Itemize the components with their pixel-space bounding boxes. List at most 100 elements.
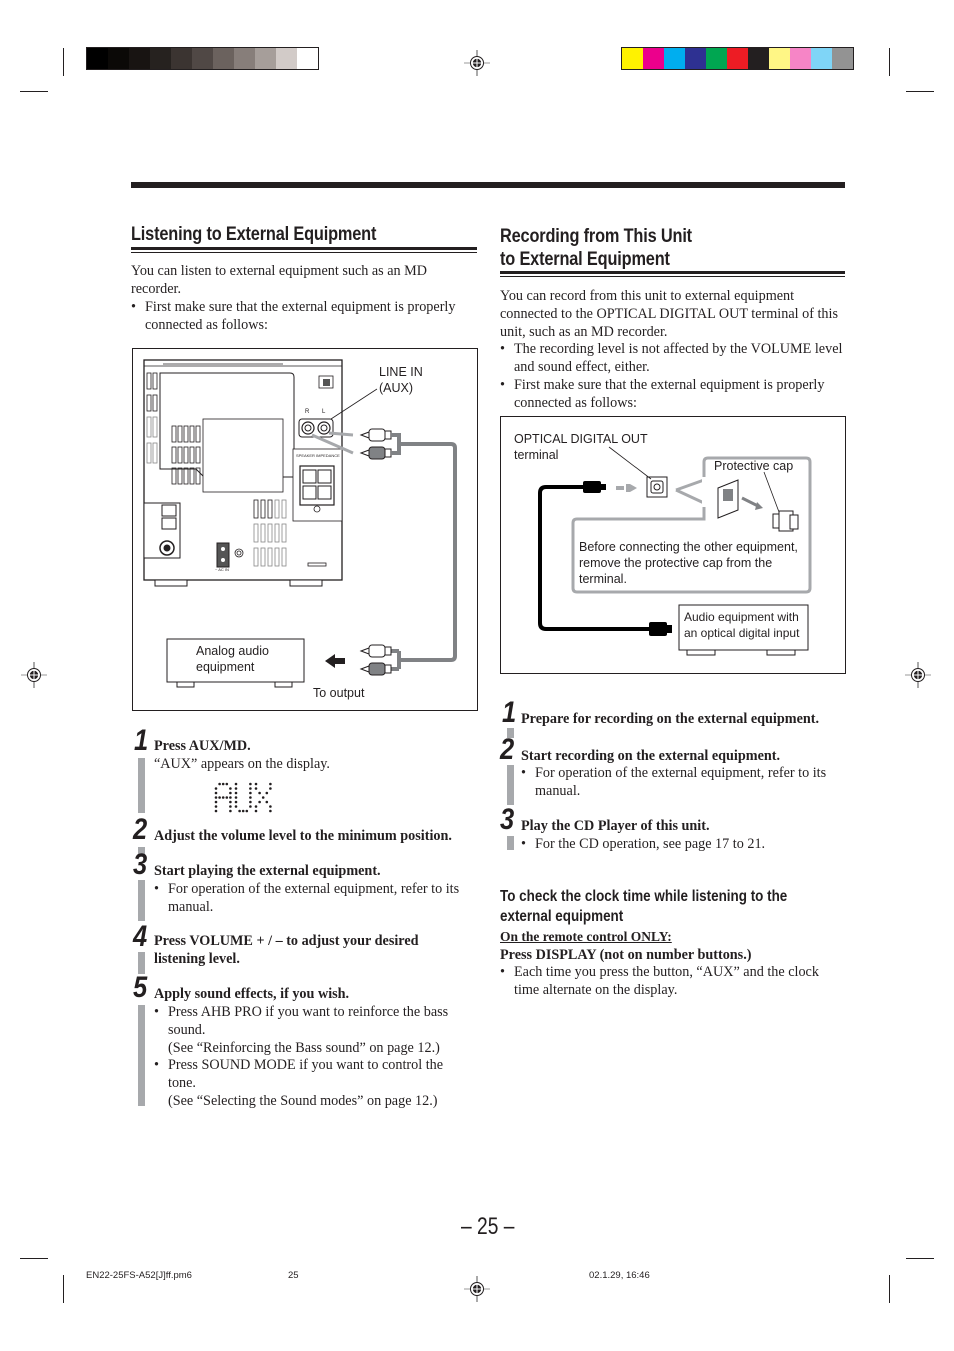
connection-diagram-optical: OPTICAL DIGITAL OUT terminal Protective c… (500, 416, 846, 674)
optical-terminal-label: OPTICAL DIGITAL OUT terminal (514, 432, 648, 462)
bullet-text: The recording level is not affected by t… (500, 340, 859, 376)
step-body: “AUX” appears on the display. (154, 756, 330, 772)
clock-bullet: Each time you press the button, “AUX” an… (500, 963, 844, 999)
remote-only-label: On the remote control ONLY: (500, 929, 672, 944)
display-dot (229, 787, 232, 790)
display-dot (214, 787, 218, 790)
calibration-swatch (664, 48, 685, 69)
calibration-swatch (748, 48, 769, 69)
step-number: 4 (133, 920, 148, 953)
display-dot (269, 809, 272, 813)
display-dot (218, 782, 221, 786)
display-dot (249, 787, 252, 790)
step-bullet: Press AHB PRO if you want to reinforce t… (154, 1003, 488, 1057)
display-dot (269, 782, 272, 786)
display-dot (229, 809, 232, 813)
unit-rear-panel-illustration (143, 359, 457, 688)
display-dot (234, 791, 238, 795)
aux-display-icon (214, 782, 272, 813)
crop-mark (889, 48, 890, 76)
to-output-label: To output (313, 686, 365, 700)
ac-in-label: ~ AC IN (215, 567, 229, 572)
display-dot (238, 809, 241, 813)
footer-file-name: EN22-25FS-A52[J]ff.pm6 (86, 1270, 192, 1281)
display-dot (234, 787, 238, 790)
display-dot (265, 800, 269, 804)
crop-mark (906, 1258, 934, 1259)
step-heading: Start playing the external equipment. (154, 863, 381, 879)
step-heading: Prepare for recording on the external eq… (521, 711, 820, 727)
protective-cap-label: Protective cap (714, 459, 794, 473)
display-dot (234, 800, 238, 804)
analog-equipment-label: Analog audio equipment (196, 644, 269, 674)
display-dot (254, 805, 258, 808)
step-number: 2 (133, 813, 148, 846)
step-bullet: For the CD operation, see page 17 to 21. (521, 835, 855, 853)
step-number: 1 (134, 724, 149, 757)
calibration-swatch (150, 48, 171, 69)
grayscale-calibration-bar (86, 47, 319, 70)
top-rule (131, 182, 845, 188)
calibration-swatch (727, 48, 748, 69)
calibration-swatch (87, 48, 108, 69)
footer-timestamp: 02.1.29, 16:46 (589, 1270, 650, 1281)
display-dot (214, 791, 218, 795)
calibration-swatch (276, 48, 297, 69)
calibration-swatch (234, 48, 255, 69)
step-bullet: For operation of the external equipment,… (154, 880, 480, 916)
display-dot (249, 782, 252, 786)
optical-equipment-label: Audio equipment with an optical digital i… (684, 610, 800, 640)
intro-text: You can listen to external equipment suc… (131, 263, 428, 297)
display-dot (249, 800, 252, 804)
step-heading: Press AUX/MD. (154, 738, 251, 754)
line-in-label: LINE IN (AUX) (379, 365, 423, 395)
step-heading: Adjust the volume level to the minimum p… (154, 828, 452, 844)
step-heading: Start recording on the external equipmen… (521, 748, 781, 764)
calibration-swatch (643, 48, 664, 69)
display-dot (214, 796, 218, 799)
step-number: 3 (133, 848, 148, 881)
display-dot (269, 805, 272, 808)
step-heading: Play the CD Player of this unit. (521, 818, 710, 834)
registration-mark-icon (464, 1276, 490, 1302)
section-underline (500, 271, 845, 277)
display-dot (214, 809, 218, 813)
display-dot (229, 796, 232, 799)
bullet-text: First make sure that the external equipm… (500, 376, 854, 412)
section-title-recording: Recording from This Unit to External Equi… (500, 226, 692, 270)
calibration-swatch (297, 48, 318, 69)
display-dot (225, 796, 229, 799)
registration-mark-icon (21, 662, 47, 688)
display-dot (265, 791, 269, 795)
display-dot (234, 782, 238, 786)
step-bar (507, 765, 514, 805)
calibration-swatch (622, 48, 643, 69)
calibration-swatch (192, 48, 213, 69)
step-heading: listening level. (154, 951, 240, 967)
display-dot (221, 796, 225, 799)
display-dot (254, 809, 258, 813)
display-dot (258, 791, 261, 795)
calibration-swatch (108, 48, 129, 69)
step-number: 5 (133, 971, 148, 1004)
display-dot (249, 791, 252, 795)
step-number: 2 (500, 733, 515, 766)
calibration-swatch (171, 48, 192, 69)
display-dot (254, 787, 258, 790)
calibration-swatch (255, 48, 276, 69)
crop-mark (889, 1275, 890, 1303)
calibration-swatch (832, 48, 853, 69)
crop-mark (63, 1275, 64, 1303)
crop-mark (20, 1258, 48, 1259)
display-dot (269, 787, 272, 790)
display-dot (214, 800, 218, 804)
rca-plug-white (359, 428, 392, 460)
calibration-swatch (129, 48, 150, 69)
display-dot (249, 796, 252, 799)
step-bar (138, 1005, 145, 1106)
step-bar (138, 880, 145, 921)
calibration-swatch (790, 48, 811, 69)
section-underline (131, 247, 477, 253)
clock-subsection-title: To check the clock time while listening … (500, 888, 788, 925)
step-bullet: For operation of the external equipment,… (521, 764, 855, 800)
